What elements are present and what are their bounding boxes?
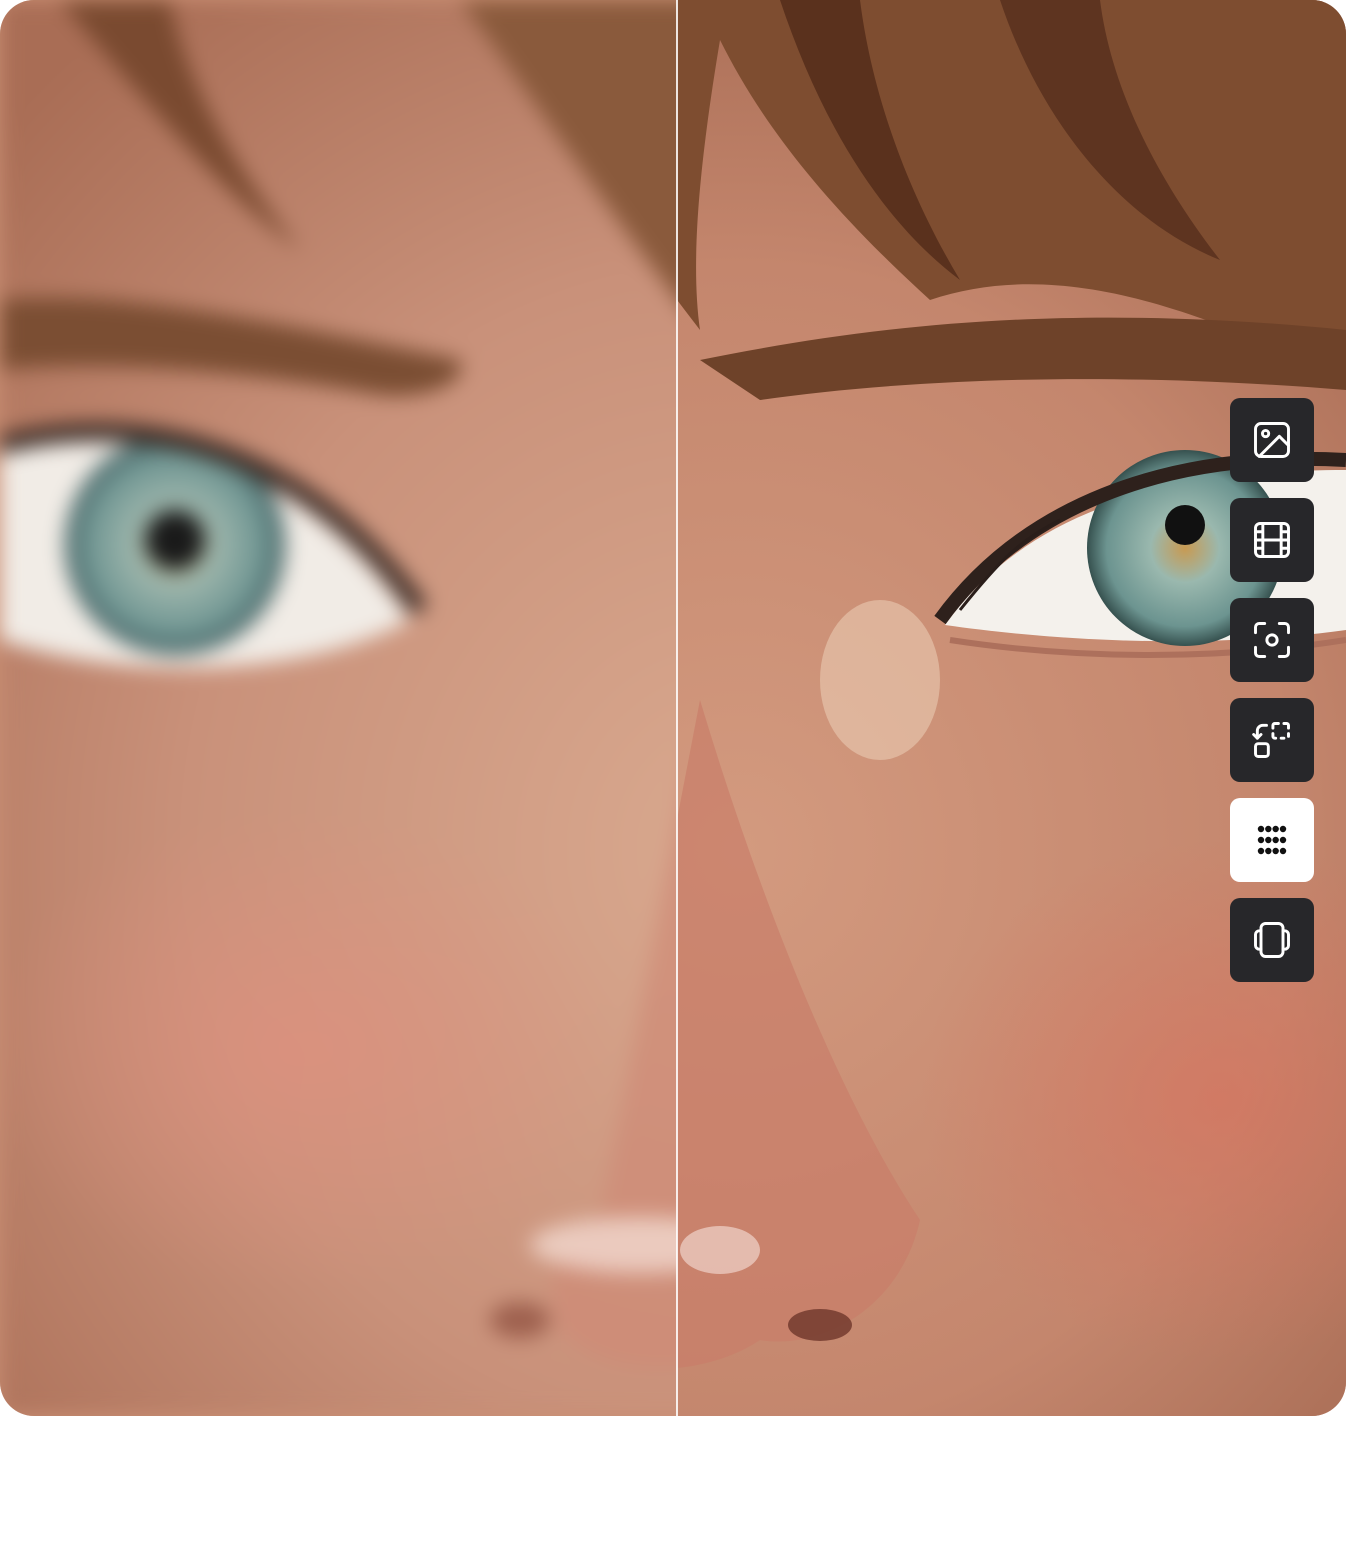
focus-tool-button[interactable]	[1230, 598, 1314, 682]
film-icon	[1254, 522, 1290, 558]
layers-tool-button[interactable]	[1230, 898, 1314, 982]
comparison-divider-handle[interactable]	[676, 0, 678, 1416]
image-tool-button[interactable]	[1230, 398, 1314, 482]
dot-grid-icon	[1257, 825, 1287, 855]
grid-tool-button[interactable]	[1230, 798, 1314, 882]
focus-icon	[1254, 622, 1290, 658]
resize-tool-button[interactable]	[1230, 698, 1314, 782]
tool-sidebar	[1230, 398, 1314, 982]
image-icon	[1254, 422, 1290, 458]
video-tool-button[interactable]	[1230, 498, 1314, 582]
resize-icon	[1252, 722, 1290, 758]
page-background	[0, 1416, 1346, 1568]
comparison-viewer	[0, 0, 1346, 1416]
before-image	[0, 0, 677, 1416]
layers-icon	[1254, 922, 1290, 958]
